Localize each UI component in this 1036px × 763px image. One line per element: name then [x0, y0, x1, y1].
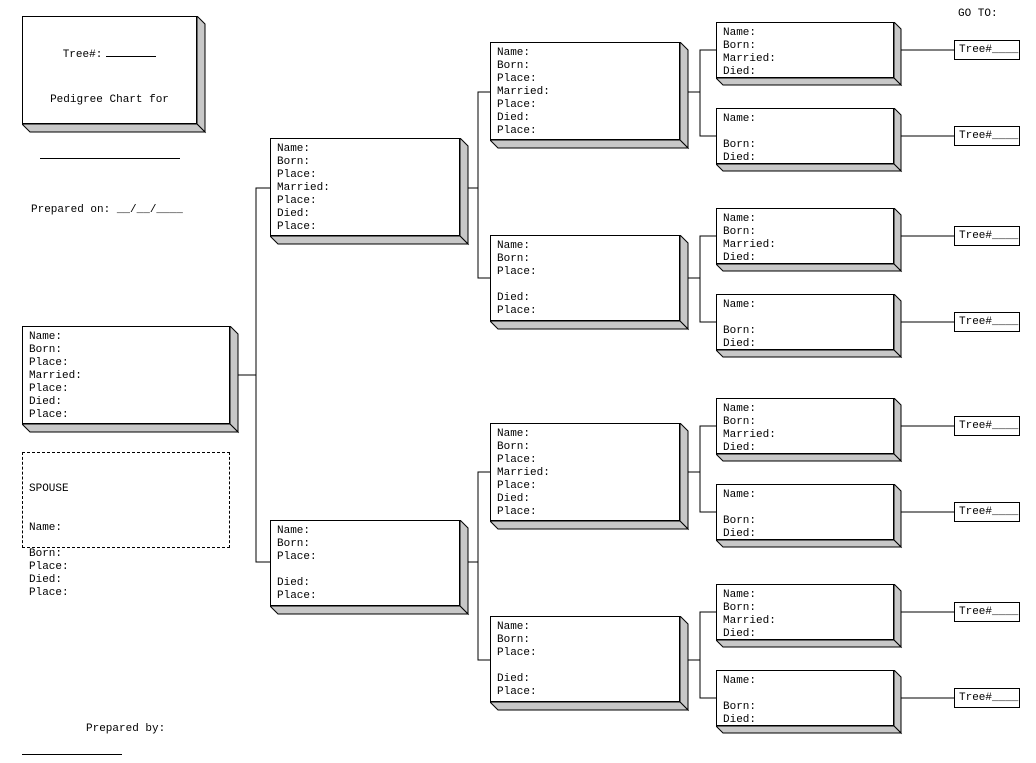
connectors [0, 0, 1036, 763]
pedigree-chart: GO TO: Tree#: Pedigree Chart for Prepare… [0, 0, 1036, 763]
